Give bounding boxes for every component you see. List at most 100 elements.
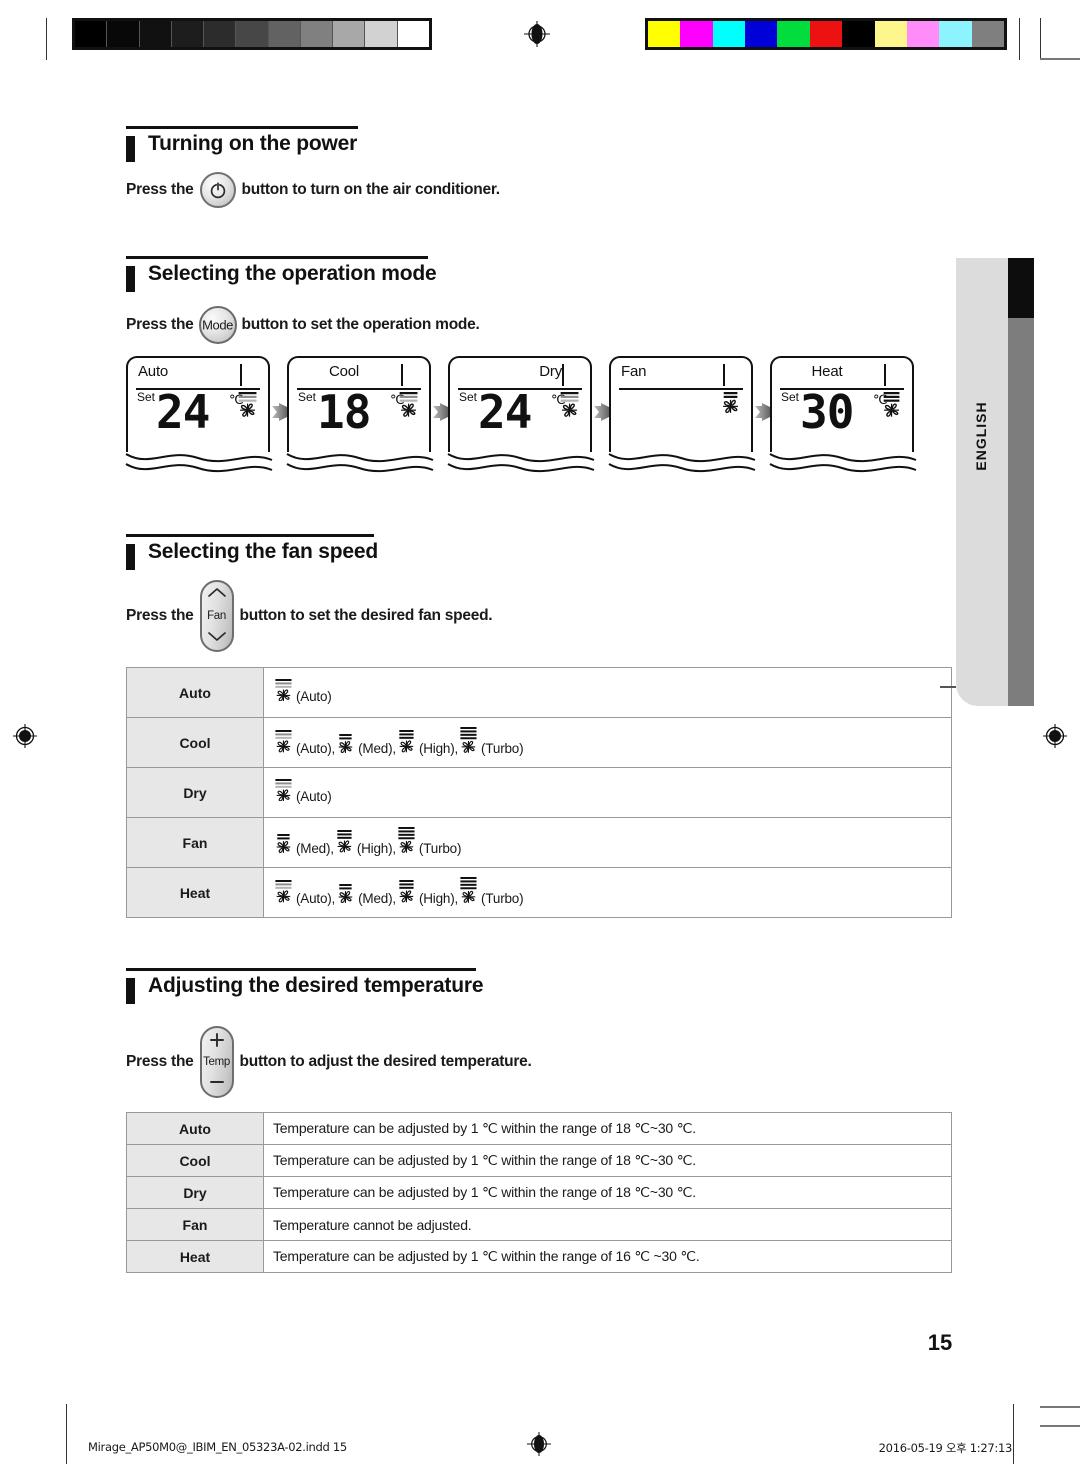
lcd-frame: Fan [609,356,753,452]
fan-turbo-icon [458,876,479,908]
temp-row-mode: Cool [126,1144,264,1177]
temperature-range-table: Auto Temperature can be adjusted by 1 ℃ w… [126,1112,952,1273]
instruction-prefix: Press the [126,607,194,624]
fan-speed-option: (Med), [273,833,334,858]
temp-button-label: Temp [203,1056,230,1068]
crop-line-bottom-left [66,1404,67,1464]
lcd-wave-cut [768,448,918,474]
footer-filename: Mirage_AP50M0@_IBIM_EN_05323A-02.indd 15 [88,1440,347,1454]
lcd-temperature-value: 24 [156,385,210,439]
lcd-panel-cool: Cool Set 18 ℃ [286,356,434,474]
fan-speed-option: (Turbo) [458,726,524,758]
fan-med-icon [335,733,356,758]
fan-med-icon [273,833,294,858]
lcd-mode-label: Cool [328,363,360,380]
lcd-fan-auto-icon [558,392,582,422]
temp-row-mode: Heat [126,1240,264,1273]
heading-text: Turning on the power [148,132,358,155]
heading-text: Selecting the fan speed [148,540,378,563]
instruction-prefix: Press the [126,316,194,333]
instruction-suffix: button to set the operation mode. [241,316,480,333]
temp-row-description: Temperature can be adjusted by 1 ℃ withi… [263,1144,952,1177]
fan-speed-label: (Med), [358,741,396,756]
registration-mark-right [1042,723,1068,749]
crop-line-bottom-right [1013,1404,1014,1464]
fan-speed-label: (High), [356,841,396,856]
fan-speed-option: (High), [334,830,396,858]
chevron-up-icon[interactable] [202,585,232,603]
power-icon [210,182,225,199]
registration-mark-top [524,21,550,47]
lcd-mode-label: Auto [138,363,169,380]
fan-row-speeds: (Med), (High), (Turbo) [263,817,952,868]
fan-speed-option: (High), [396,730,458,758]
heading-text: Adjusting the desired temperature [148,974,484,997]
lcd-fan-high-icon [880,392,904,422]
plus-icon[interactable] [202,1031,232,1054]
language-side-tab: ENGLISH [956,258,1034,706]
fan-auto-icon [273,678,294,707]
fan-row-speeds: (Auto) [263,667,952,718]
temp-row-mode: Fan [126,1208,264,1241]
lcd-frame: Auto Set 24 ℃ [126,356,270,452]
temp-button[interactable]: Temp [199,1026,234,1098]
table-row: Heat Temperature can be adjusted by 1 ℃ w… [126,1240,952,1273]
fan-high-icon [396,730,417,758]
table-row: Dry Temperature can be adjusted by 1 ℃ wi… [126,1176,952,1209]
temp-row-description: Temperature can be adjusted by 1 ℃ withi… [263,1176,952,1209]
fan-speed-option: (Auto), [273,880,335,908]
instruction-prefix: Press the [126,1053,194,1070]
instruction-suffix: button to turn on the air conditioner. [241,181,501,198]
lcd-set-label: Set [781,390,800,404]
fan-high-icon [396,880,417,908]
power-button[interactable] [199,172,236,208]
fan-speed-label: (Auto), [296,891,336,906]
instruction-prefix: Press the [126,181,194,198]
lcd-wave-cut [446,448,596,474]
instruction-suffix: button to adjust the desired temperature… [239,1053,532,1070]
footer-timestamp: 2016-05-19 오후 1:27:13 [878,1441,1013,1455]
fan-speed-label: (Turbo) [481,741,524,756]
heading-marker [126,978,135,1004]
grayscale-calibration-bar [72,18,432,50]
fan-speed-option: (Turbo) [396,826,462,858]
lcd-panel-dry: Dry Set 24 ℃ [447,356,595,474]
crop-line-right-1 [1019,18,1020,60]
fan-speed-option: (High), [396,880,458,908]
fan-speed-option: (Auto) [273,778,332,807]
table-row: Cool (Auto), (Med), (High), (Turbo) [126,717,952,768]
table-row: Fan Temperature cannot be adjusted. [126,1208,952,1241]
crop-line-right-2 [1040,18,1041,60]
lcd-tick-icon [884,364,886,386]
heading-text: Selecting the operation mode [148,262,437,285]
temp-row-description: Temperature can be adjusted by 1 ℃ withi… [263,1112,952,1145]
fan-button-label: Fan [207,610,226,622]
lcd-tick-icon [240,364,242,386]
heading-marker [126,544,135,570]
instruction-suffix: button to set the desired fan speed. [239,607,493,624]
lcd-tick-icon [562,364,564,386]
fan-turbo-icon [458,726,479,758]
fan-speed-label: (High), [418,741,459,756]
fan-speed-label: (Turbo) [418,841,462,856]
fan-speed-option: (Med), [335,883,396,908]
mode-button[interactable]: Mode [198,306,237,344]
lcd-set-label: Set [137,390,156,404]
instruction-power: Press the button to turn on the air cond… [126,172,500,208]
fan-row-speeds: (Auto), (Med), (High), (Turbo) [263,867,952,918]
print-calibration-strip [0,10,1080,60]
lcd-panel-heat: Heat Set 30 ℃ [769,356,917,474]
chevron-down-icon[interactable] [202,629,232,647]
lcd-frame: Dry Set 24 ℃ [448,356,592,452]
lcd-temperature-value: 18 [317,385,371,439]
lcd-mode-label: Heat [811,363,843,380]
registration-mark-bottom [527,1432,551,1456]
table-row: Auto (Auto) [126,667,952,718]
fan-button[interactable]: Fan [199,580,234,652]
trim-rule-bottom-2 [1040,1425,1080,1427]
fan-speed-label: (Med), [296,841,334,856]
minus-icon[interactable] [202,1075,232,1093]
color-calibration-bar [645,18,1007,50]
lcd-fan-auto-icon [236,392,260,422]
temp-row-mode: Auto [126,1112,264,1145]
